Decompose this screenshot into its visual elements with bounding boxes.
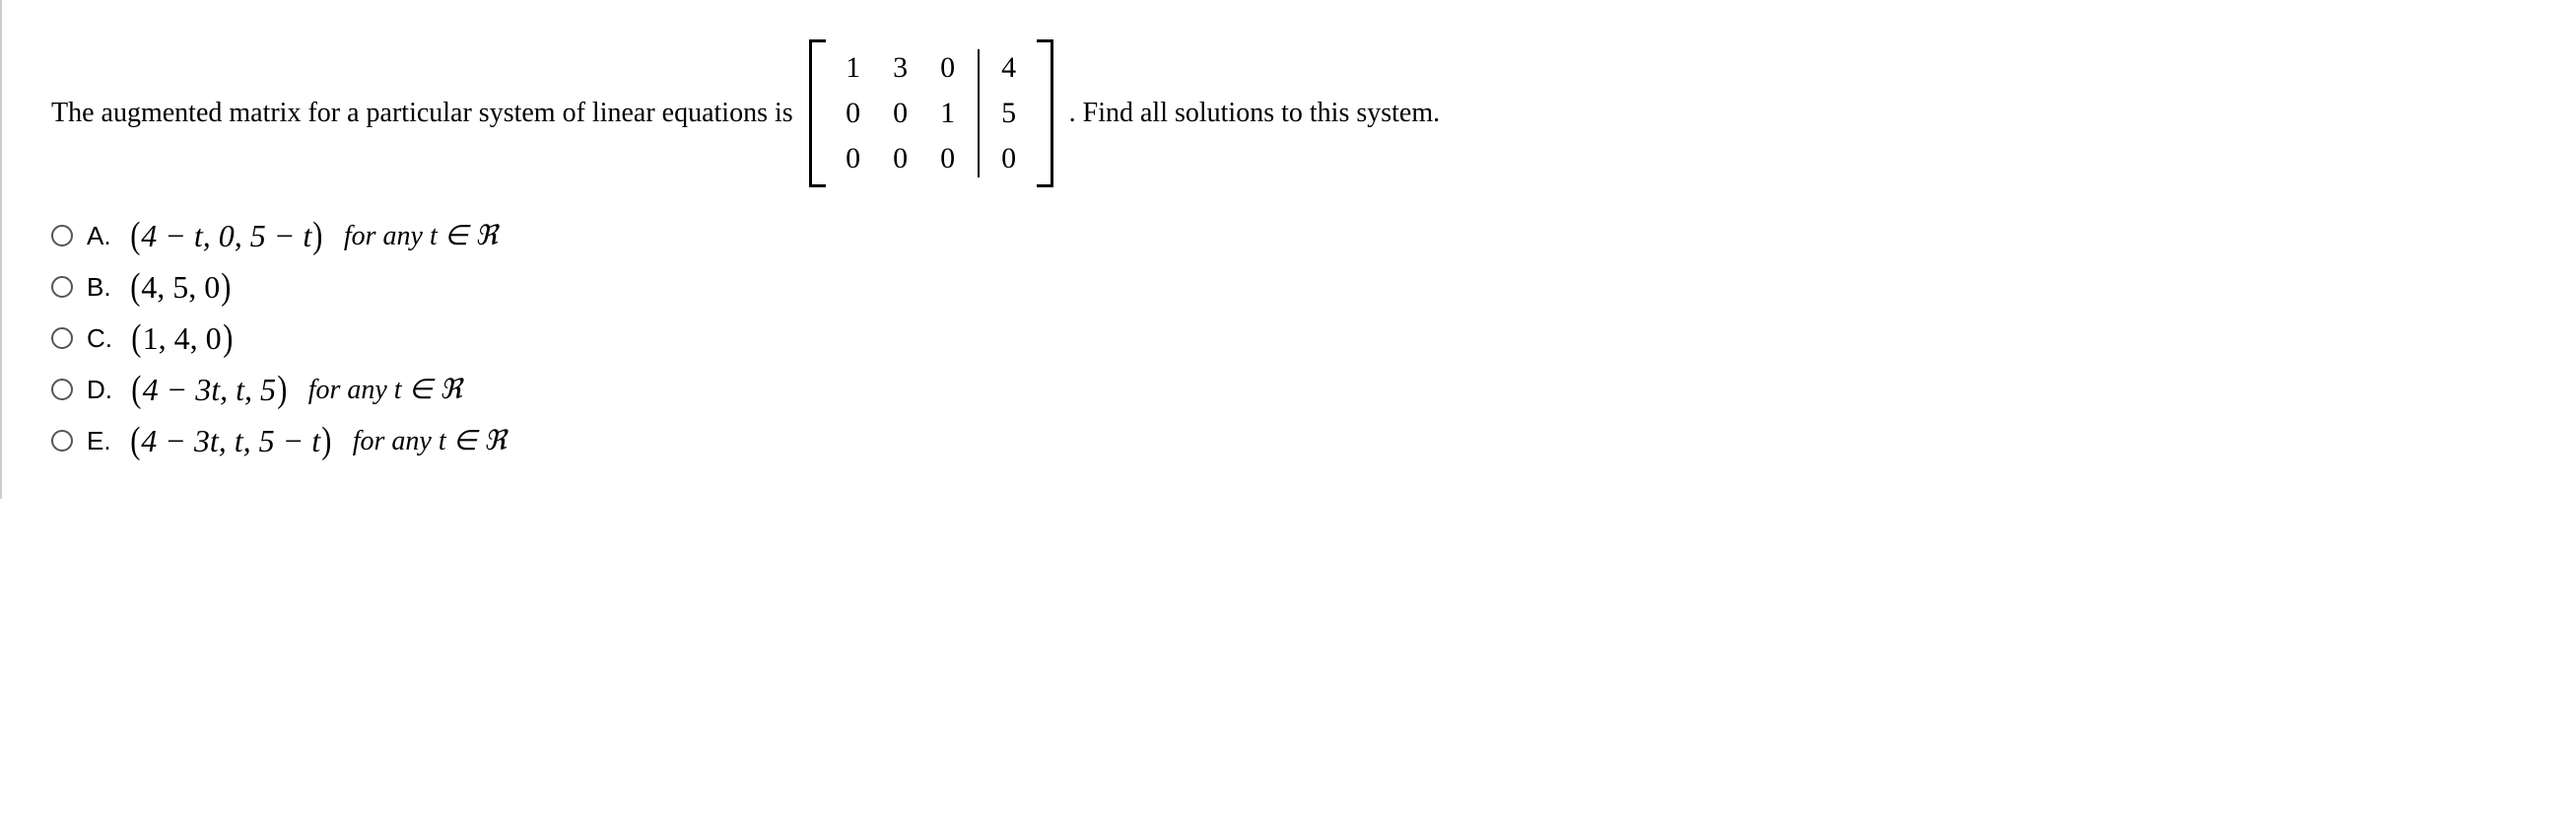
option-b[interactable]: B. ( 4, 5, 0 )	[51, 268, 2537, 306]
matrix-right: 4 5 0	[985, 45, 1033, 181]
option-label: D.	[87, 375, 112, 405]
radio-icon[interactable]	[51, 379, 73, 400]
option-suffix: for any t ∈ ℜ	[344, 219, 498, 252]
option-tuple: ( 4 − 3t, t, 5 − t )	[129, 422, 333, 459]
radio-icon[interactable]	[51, 430, 73, 452]
radio-icon[interactable]	[51, 276, 73, 298]
option-suffix: for any t ∈ ℜ	[353, 424, 507, 457]
option-label: A.	[87, 221, 111, 251]
augmented-matrix: 1 3 0 0 0 1 0 0 0 4 5 0	[809, 39, 1053, 187]
matrix-left: 1 3 0 0 0 1 0 0 0	[830, 45, 972, 181]
radio-icon[interactable]	[51, 327, 73, 349]
option-e[interactable]: E. ( 4 − 3t, t, 5 − t ) for any t ∈ ℜ	[51, 422, 2537, 459]
option-d[interactable]: D. ( 4 − 3t, t, 5 ) for any t ∈ ℜ	[51, 371, 2537, 408]
question-tail: . Find all solutions to this system.	[1069, 98, 1440, 129]
option-label: C.	[87, 323, 112, 354]
option-label: B.	[87, 272, 111, 303]
radio-icon[interactable]	[51, 225, 73, 246]
option-tuple: ( 1, 4, 0 )	[130, 319, 234, 357]
option-suffix: for any t ∈ ℜ	[308, 373, 462, 406]
augment-bar	[978, 49, 980, 177]
option-tuple: ( 4 − t, 0, 5 − t )	[129, 217, 324, 254]
options-list: A. ( 4 − t, 0, 5 − t ) for any t ∈ ℜ B. …	[51, 217, 2537, 459]
option-tuple: ( 4, 5, 0 )	[129, 268, 233, 306]
question-lead: The augmented matrix for a particular sy…	[51, 98, 793, 129]
option-label: E.	[87, 426, 111, 456]
option-a[interactable]: A. ( 4 − t, 0, 5 − t ) for any t ∈ ℜ	[51, 217, 2537, 254]
option-tuple: ( 4 − 3t, t, 5 )	[130, 371, 289, 408]
question-text: The augmented matrix for a particular sy…	[51, 39, 2537, 187]
option-c[interactable]: C. ( 1, 4, 0 )	[51, 319, 2537, 357]
